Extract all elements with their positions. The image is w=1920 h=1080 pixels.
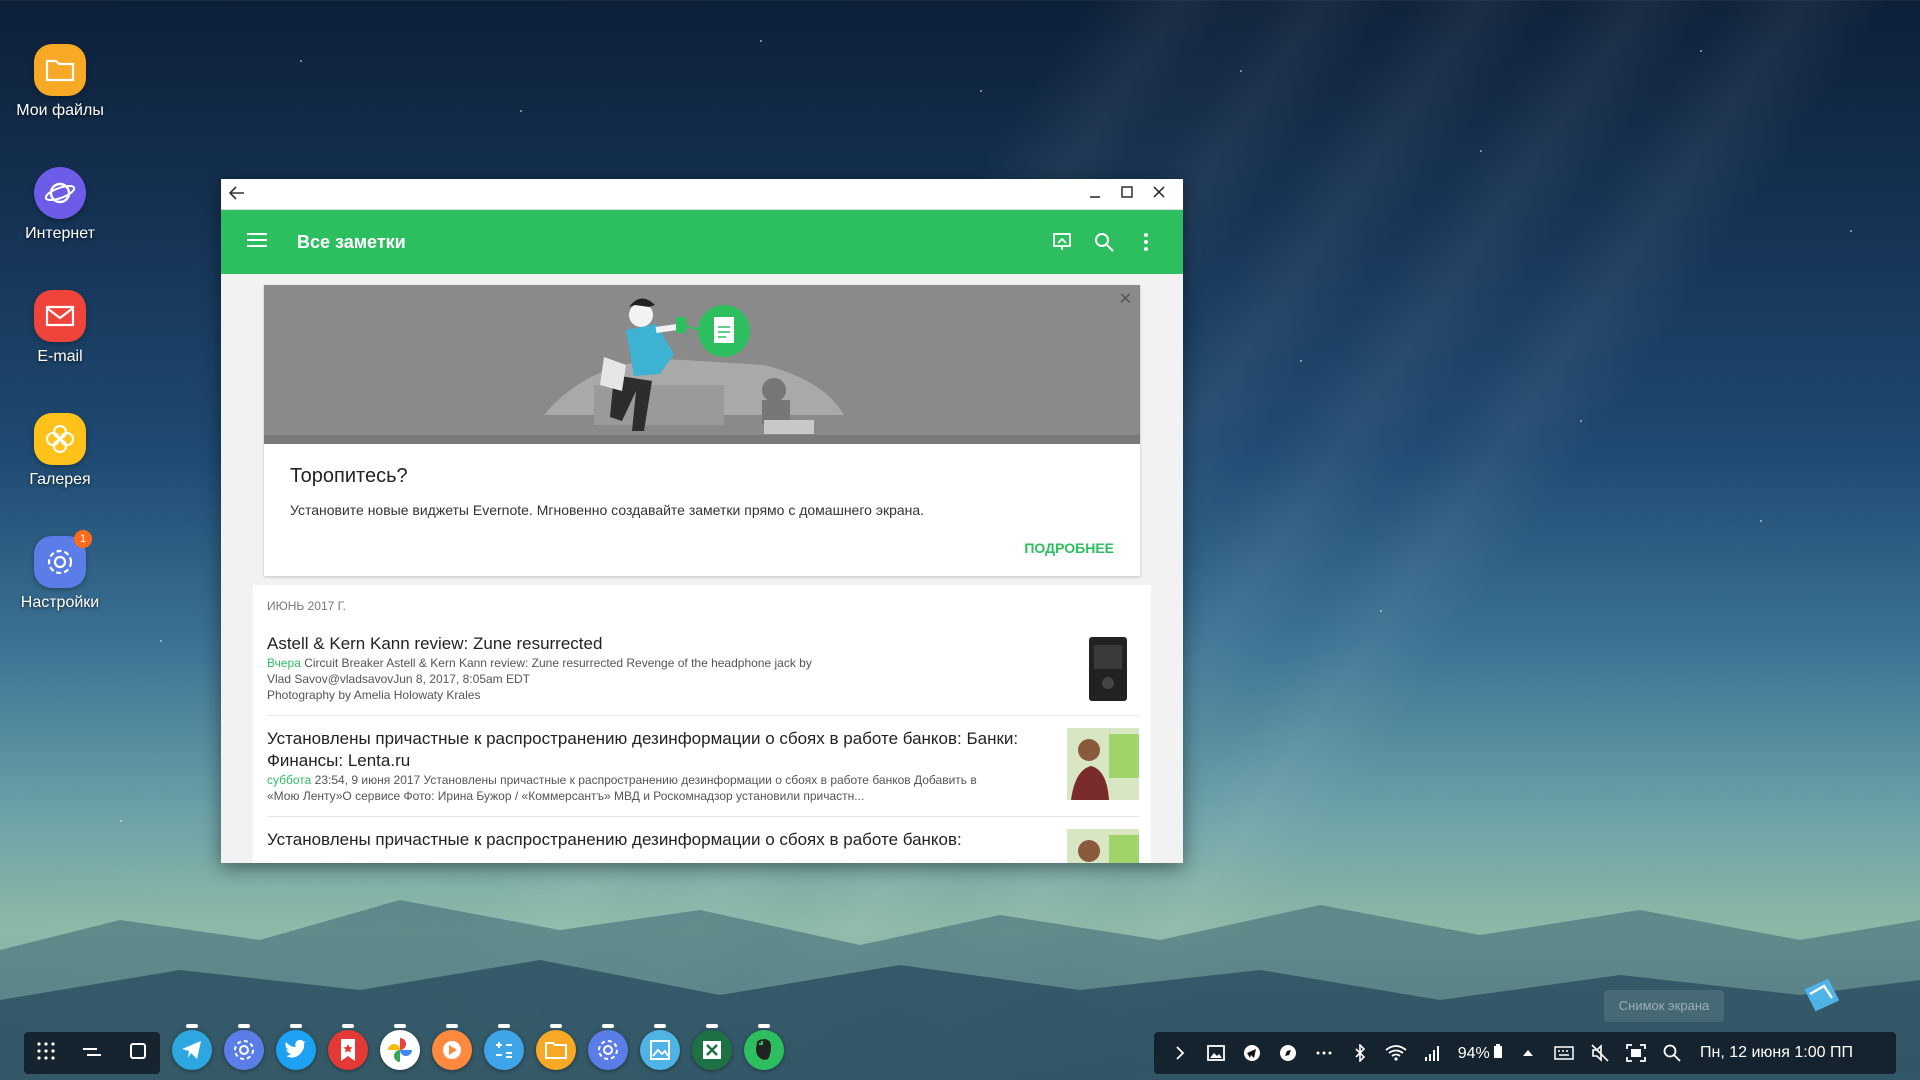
overflow-menu-icon[interactable] [1125,232,1167,252]
bookmark-star-icon[interactable] [328,1024,368,1070]
desktop-icon-gallery[interactable]: Галерея [10,413,110,489]
page-title: Все заметки [297,231,406,252]
mail-icon [34,290,86,342]
month-header: ИЮНЬ 2017 Г. [267,599,347,613]
wifi-icon[interactable] [1378,1045,1414,1061]
excel-icon[interactable] [692,1024,732,1070]
sync-icon[interactable] [1041,232,1083,252]
expand-up-icon[interactable] [1510,1049,1546,1057]
more-dots-icon[interactable] [1306,1051,1342,1055]
telegram-notification-icon[interactable] [1234,1044,1270,1062]
minimize-icon[interactable] [1079,185,1111,203]
list-item[interactable]: Установлены причастные к распространению… [267,716,1139,817]
promo-close-icon[interactable]: ✕ [1119,289,1132,309]
compass-notification-icon[interactable] [1270,1044,1306,1062]
search-icon[interactable] [1654,1044,1690,1062]
app-dock [172,1024,784,1070]
system-tray: 94% Пн, 12 июня 1:00 ПП [1154,1032,1896,1074]
calculator-icon[interactable] [484,1024,524,1070]
note-snippet: суббота 23:54, 9 июня 2017 Установлены п… [267,773,977,787]
widget-promo-card: ✕ Торопитесь? Установите новые виджеты E… [264,285,1140,576]
screenshot-editor-icon[interactable] [1800,974,1844,1019]
note-snippet-line: Photography by Amelia Holowaty Krales [267,688,481,702]
flower-icon [34,413,86,465]
promo-illustration: ✕ [264,285,1140,444]
battery-icon [1494,1043,1503,1058]
evernote-window: Все заметки ✕ Торопитесь? Установите нов… [221,179,1183,863]
desktop-icon-label: Интернет [25,225,95,242]
chevron-right-icon[interactable] [1162,1045,1198,1061]
keyboard-icon[interactable] [1546,1046,1582,1060]
image-notification-icon[interactable] [1198,1045,1234,1061]
gear-icon: 1 [34,530,92,588]
app-toolbar: Все заметки [221,210,1183,274]
evernote-icon[interactable] [744,1024,784,1070]
note-date: Вчера [267,656,301,670]
clock-date[interactable]: Пн, 12 июня 1:00 ПП [1700,1044,1853,1062]
window-titlebar [221,179,1183,210]
recents-icon[interactable] [81,1043,103,1064]
desktop-icon-label: E-mail [37,348,83,365]
notes-content: ✕ Торопитесь? Установите новые виджеты E… [221,275,1183,863]
twitter-icon[interactable] [276,1024,316,1070]
note-thumbnail [1067,728,1139,800]
desktop-icon-label: Галерея [29,471,91,488]
note-thumbnail [1067,829,1139,863]
desktop-icon-label: Мои файлы [16,102,104,119]
battery-percentage: 94% [1450,1043,1510,1063]
folder-icon [34,44,86,96]
home-square-icon[interactable] [128,1041,148,1066]
desktop-icon-email[interactable]: E-mail [10,290,110,366]
note-title: Astell & Kern Kann review: Zune resurrec… [267,634,603,653]
navigation-bar [24,1032,160,1074]
note-snippet-line: «Мою Ленту»О сервисе Фото: Ирина Бужор /… [267,789,865,803]
settings-app-icon[interactable] [224,1024,264,1070]
desktop-icon-internet[interactable]: Интернет [10,167,110,243]
planet-icon [34,167,86,219]
gallery-frame-icon[interactable] [640,1024,680,1070]
screenshot-toast: Снимок экрана [1604,990,1724,1022]
my-files-folder-icon[interactable] [536,1024,576,1070]
close-icon[interactable] [1143,185,1175,203]
hamburger-menu-icon[interactable] [247,232,267,252]
promo-text: Установите новые виджеты Evernote. Мгнов… [290,502,925,518]
list-item[interactable]: Установлены причастные к распространению… [267,817,1139,863]
mute-icon[interactable] [1582,1044,1618,1062]
search-icon[interactable] [1083,232,1125,252]
bluetooth-icon[interactable] [1342,1044,1378,1062]
list-item[interactable]: Astell & Kern Kann review: Zune resurrec… [267,621,1139,716]
signal-icon[interactable] [1414,1045,1450,1061]
photos-pinwheel-icon[interactable] [380,1024,420,1070]
note-title: Установлены причастные к распространению… [267,729,1019,770]
settings-app-icon-2[interactable] [588,1024,628,1070]
desktop-icon-settings[interactable]: 1 Настройки [10,530,110,612]
desktop-icon-label: Настройки [20,594,100,611]
desktop-icon-my-files[interactable]: Мои файлы [10,44,110,120]
notification-badge: 1 [74,530,92,548]
telegram-icon[interactable] [172,1024,212,1070]
notes-list: ИЮНЬ 2017 Г. Astell & Kern Kann review: … [253,585,1151,863]
note-date: суббота [267,773,312,787]
screen-capture-icon[interactable] [1618,1044,1654,1062]
note-title: Установлены причастные к распространению… [267,830,962,849]
note-snippet: Вчера Circuit Breaker Astell & Kern Kann… [267,656,812,670]
note-thumbnail [1067,633,1139,705]
maximize-icon[interactable] [1111,185,1143,203]
note-snippet-line: Vlad Savov@vladsavovJun 8, 2017, 8:05am … [267,672,530,686]
back-arrow-icon[interactable] [228,184,253,205]
play-music-icon[interactable] [432,1024,472,1070]
apps-grid-icon[interactable] [36,1041,56,1066]
learn-more-button[interactable]: ПОДРОБНЕЕ [1024,540,1114,556]
promo-heading: Торопитесь? [290,465,408,487]
